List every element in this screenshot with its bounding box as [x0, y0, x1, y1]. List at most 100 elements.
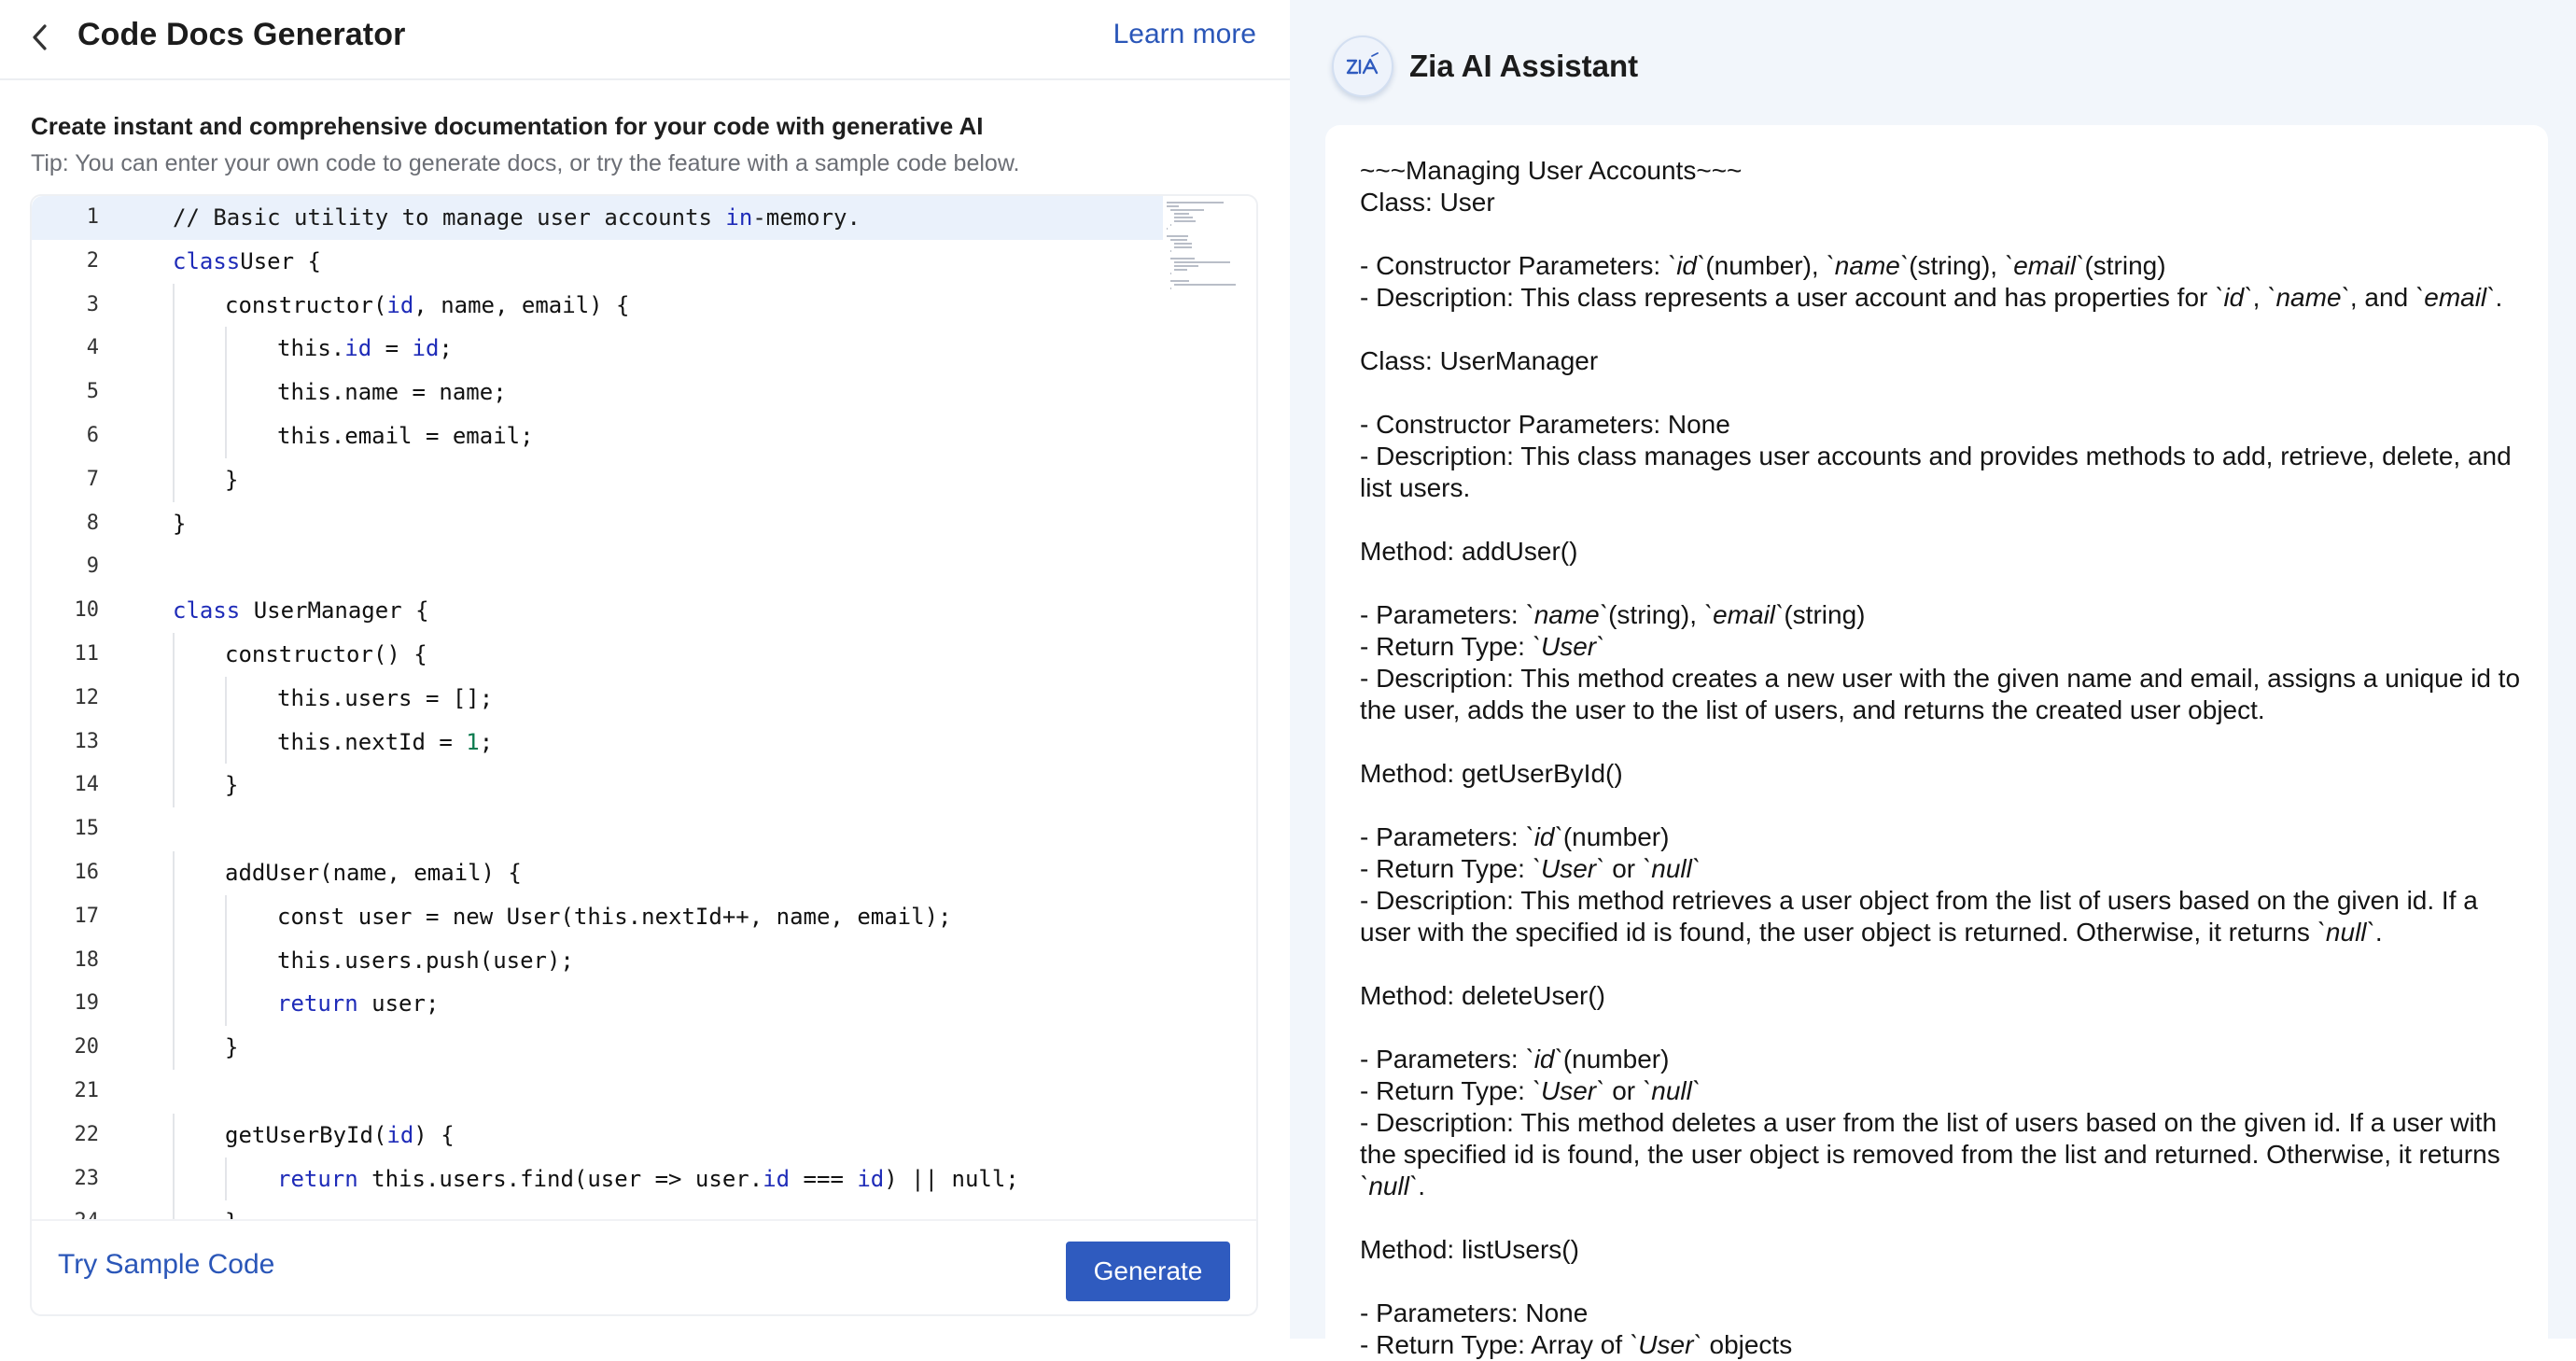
minimap-line: [1167, 202, 1225, 203]
back-button[interactable]: [26, 21, 54, 54]
line-number: 16: [74, 861, 100, 884]
indent-guide: [225, 414, 227, 458]
assistant-title: Zia AI Assistant: [1409, 49, 1639, 83]
code-text: this.nextId = 1;: [277, 728, 494, 755]
line-number: 4: [86, 336, 99, 360]
code-text: }: [225, 772, 239, 799]
line-number: 17: [74, 904, 100, 928]
code-line[interactable]: 4 this.id = id;: [32, 327, 1163, 372]
indent-guide: [173, 764, 175, 808]
line-number: 22: [74, 1122, 100, 1146]
doc-spacer: [1360, 790, 2528, 821]
indent-guide: [173, 1026, 175, 1070]
minimap-line: [1170, 280, 1190, 282]
doc-spacer: [1360, 377, 2528, 409]
code-line[interactable]: 14}: [32, 764, 1163, 808]
minimap-line: [1170, 209, 1204, 211]
line-number: 11: [74, 642, 100, 666]
code-line[interactable]: 6 this.email = email;: [32, 414, 1163, 458]
doc-spacer: [1360, 1012, 2528, 1044]
doc-line: - Description: This method deletes a use…: [1360, 1108, 2500, 1200]
minimap-line: [1174, 217, 1194, 218]
code-text: this.email = email;: [277, 423, 534, 449]
minimap-line: [1174, 246, 1193, 248]
indent-guide: [173, 1157, 175, 1201]
code-text: class UserManager {: [173, 597, 429, 624]
code-text: }: [225, 1034, 239, 1061]
indent-guide: [173, 457, 175, 502]
code-line[interactable]: 18 this.users.push(user);: [32, 938, 1163, 983]
line-number: 24: [32, 1200, 100, 1219]
indent-guide: [173, 982, 175, 1027]
indent-guide: [225, 1157, 227, 1201]
code-line[interactable]: 19 return user;: [32, 982, 1163, 1027]
minimap-line: [1167, 228, 1169, 230]
minimap-line: [1174, 269, 1188, 271]
code-line[interactable]: 23 return this.users.find(user => user.id…: [32, 1157, 1163, 1201]
doc-line: Method: listUsers(): [1360, 1235, 1579, 1264]
code-text: }: [225, 466, 239, 493]
learn-more-link[interactable]: Learn more: [1113, 19, 1256, 50]
code-line[interactable]: 3 constructor(id, name, email) {: [32, 283, 1163, 328]
indent-guide: [173, 894, 175, 939]
assistant-header: Zia AI Assistant: [1290, 0, 2576, 123]
minimap-line: [1170, 224, 1172, 226]
code-line[interactable]: 11 constructor() {: [32, 633, 1163, 677]
minimap-line: [1174, 284, 1236, 286]
code-line[interactable]: 1 // Basic utility to manage user account…: [32, 196, 1163, 240]
code-line[interactable]: 7}: [32, 457, 1163, 502]
code-line[interactable]: 21: [32, 1070, 1163, 1114]
try-sample-code-link[interactable]: Try Sample Code: [58, 1249, 274, 1281]
code-editor[interactable]: 1 // Basic utility to manage user account…: [32, 196, 1256, 1219]
minimap-line: [1170, 250, 1172, 252]
indent-guide: [173, 676, 175, 721]
code-line[interactable]: 8}: [32, 502, 1163, 546]
code-line[interactable]: 16 addUser(name, email) {: [32, 851, 1163, 895]
minimap-line: [1170, 258, 1196, 260]
line-number: 13: [74, 729, 100, 753]
doc-line: - Return Type: `User`: [1360, 632, 1605, 661]
code-line[interactable]: 15: [32, 807, 1163, 851]
code-line[interactable]: 10 class UserManager {: [32, 589, 1163, 633]
indent-guide: [225, 371, 227, 414]
line-number: 18: [74, 947, 100, 972]
chevron-left-icon: [33, 24, 47, 50]
code-line[interactable]: 12 this.users = [];: [32, 676, 1163, 721]
line-number: 9: [86, 554, 99, 579]
doc-spacer: [1360, 314, 2528, 345]
code-line[interactable]: 24}: [32, 1200, 1163, 1219]
doc-line: - Description: This class manages user a…: [1360, 442, 2512, 502]
line-number: 3: [86, 292, 99, 316]
code-editor-card: 1 // Basic utility to manage user account…: [30, 194, 1258, 1316]
doc-line: Class: UserManager: [1360, 346, 1599, 375]
code-line[interactable]: 17 const user = new User(this.nextId++, n…: [32, 894, 1163, 939]
doc-spacer: [1360, 504, 2528, 536]
code-line[interactable]: 13 this.nextId = 1;: [32, 720, 1163, 765]
line-number: 1: [86, 205, 99, 229]
doc-spacer: [1360, 1202, 2528, 1234]
code-text: }: [173, 510, 187, 537]
code-line[interactable]: 2 classUser {: [32, 240, 1163, 284]
doc-line: - Return Type: `User` or `null`: [1360, 1076, 1701, 1105]
code-text: this.name = name;: [277, 379, 507, 406]
code-minimap[interactable]: [1163, 196, 1256, 1219]
doc-line: - Description: This method creates a new…: [1360, 664, 2521, 724]
code-line[interactable]: 20}: [32, 1026, 1163, 1070]
code-docs-panel: Code Docs Generator Learn more Create in…: [0, 0, 1290, 1339]
indent-guide: [225, 982, 227, 1027]
minimap-line: [1174, 220, 1196, 222]
code-line[interactable]: 9: [32, 545, 1163, 589]
generated-docs: ~~~Managing User Accounts~~~ Class: User -…: [1360, 155, 2528, 1361]
doc-line: - Constructor Parameters: None: [1360, 410, 1730, 439]
code-line[interactable]: 22 getUserById(id) {: [32, 1113, 1163, 1158]
line-number: 6: [86, 424, 99, 447]
code-line[interactable]: 5 this.name = name;: [32, 371, 1163, 414]
indent-guide: [225, 938, 227, 983]
doc-line: - Parameters: `id`(number): [1360, 1045, 1670, 1073]
indent-guide: [173, 938, 175, 983]
minimap-line: [1167, 205, 1180, 207]
indent-guide: [173, 414, 175, 458]
code-text: classUser {: [173, 247, 321, 274]
generate-button[interactable]: Generate: [1066, 1242, 1230, 1301]
indent-guide: [225, 327, 227, 372]
